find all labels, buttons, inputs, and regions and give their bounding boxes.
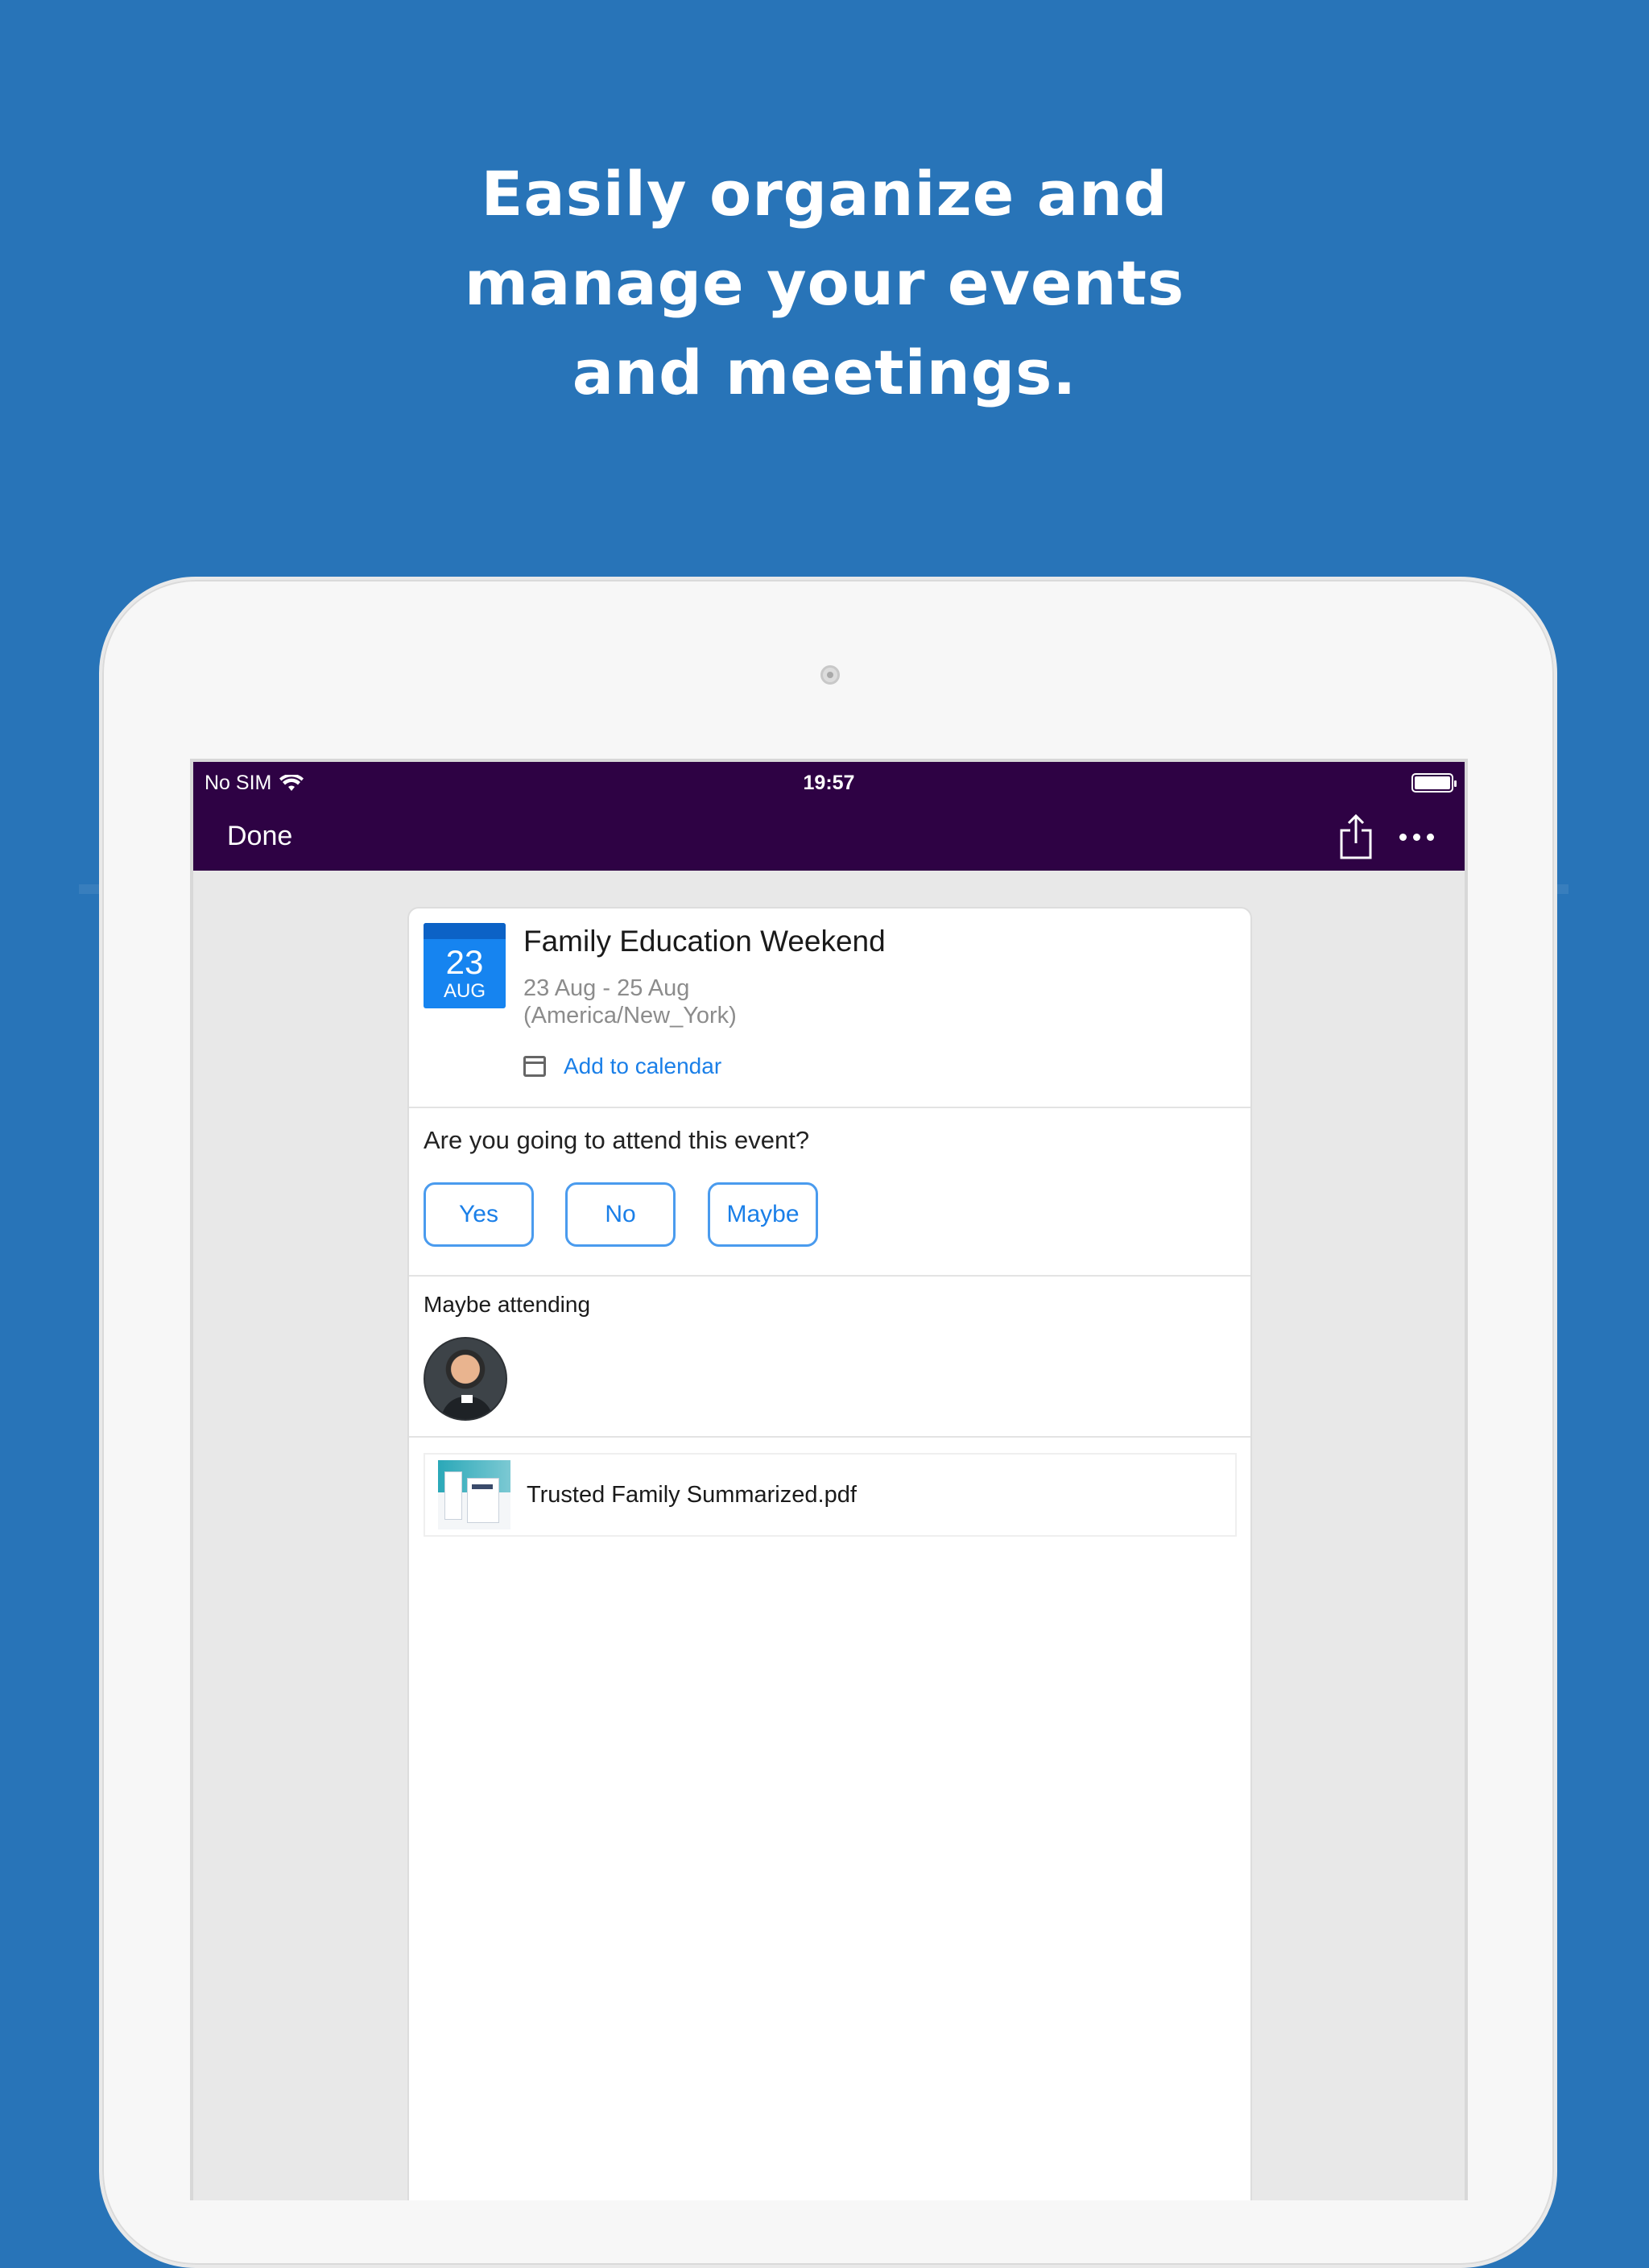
pdf-thumbnail	[438, 1460, 510, 1529]
event-date-range: 23 Aug - 25 Aug	[523, 975, 690, 1001]
event-title: Family Education Weekend	[523, 925, 886, 958]
date-tile: 23 AUG	[424, 923, 506, 1008]
event-month: AUG	[443, 980, 486, 1002]
headline-line-3: and meetings.	[572, 337, 1077, 408]
status-bar: No SIM 19:57	[193, 762, 1465, 806]
more-dot	[1426, 833, 1434, 841]
event-dates: 23 Aug - 25 Aug (America/New_York)	[523, 975, 737, 1029]
attachment-row[interactable]: Trusted Family Summarized.pdf	[424, 1453, 1237, 1537]
more-icon[interactable]	[1392, 821, 1440, 853]
event-timezone: (America/New_York)	[523, 1003, 737, 1028]
status-time: 19:57	[803, 772, 855, 794]
headline-line-2: manage your events	[464, 247, 1185, 319]
rsvp-question: Are you going to attend this event?	[424, 1126, 810, 1154]
divider	[409, 1436, 1250, 1438]
rsvp-yes-button[interactable]: Yes	[424, 1182, 534, 1247]
share-icon[interactable]	[1336, 813, 1376, 861]
add-to-calendar-label: Add to calendar	[564, 1053, 722, 1078]
add-to-calendar-link[interactable]: Add to calendar	[523, 1053, 721, 1079]
more-dot	[1399, 833, 1407, 841]
camera-icon	[820, 665, 840, 685]
event-card: 23 AUG Family Education Weekend 23 Aug -…	[407, 907, 1252, 2200]
calendar-icon	[523, 1056, 546, 1077]
attachment-file-name: Trusted Family Summarized.pdf	[527, 1481, 857, 1508]
headline: Easily organize and manage your events a…	[0, 149, 1649, 417]
divider	[409, 1107, 1250, 1108]
date-tile-cap	[424, 923, 506, 939]
rsvp-no-button[interactable]: No	[565, 1182, 676, 1247]
more-dot	[1412, 833, 1420, 841]
app-screen: No SIM 19:57 Done 23 AUG Family Educatio…	[190, 759, 1468, 2200]
done-button[interactable]: Done	[227, 821, 292, 852]
avatar[interactable]	[424, 1337, 507, 1421]
rsvp-maybe-button[interactable]: Maybe	[708, 1182, 818, 1247]
nav-bar: Done	[193, 806, 1465, 871]
headline-line-1: Easily organize and	[481, 158, 1168, 230]
divider	[409, 1275, 1250, 1277]
event-day: 23	[445, 943, 484, 981]
battery-level	[1415, 776, 1450, 789]
battery-icon	[1411, 773, 1457, 793]
maybe-attending-label: Maybe attending	[424, 1292, 591, 1317]
